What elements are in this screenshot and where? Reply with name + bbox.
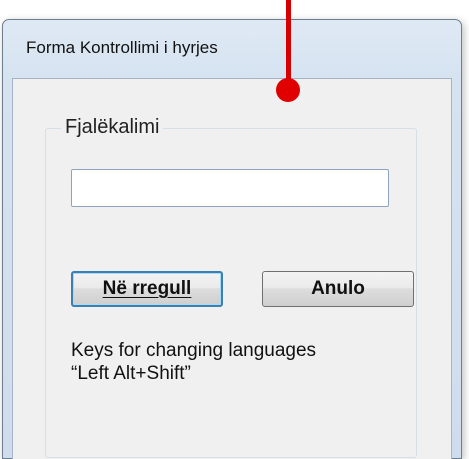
login-dialog-window: Forma Kontrollimi i hyrjes Fjalëkalimi N… [2, 19, 462, 459]
language-hint-line-1: Keys for changing languages [71, 340, 317, 361]
ok-button[interactable]: Në rregull [71, 271, 223, 307]
screenshot-stage: Forma Kontrollimi i hyrjes Fjalëkalimi N… [0, 0, 469, 459]
password-field[interactable] [71, 169, 389, 207]
ok-button-label: Në rregull [102, 278, 192, 299]
annotation-pointer-line [286, 0, 291, 88]
password-group-label: Fjalëkalimi [61, 116, 164, 139]
cancel-button[interactable]: Anulo [262, 271, 414, 307]
window-title: Forma Kontrollimi i hyrjes [26, 38, 218, 57]
cancel-button-label: Anulo [311, 278, 365, 299]
language-hint-line-2: “Left Alt+Shift” [71, 363, 191, 384]
language-hint: Keys for changing languages “Left Alt+Sh… [71, 339, 411, 385]
annotation-pointer-dot [276, 78, 300, 102]
dialog-client-area: Fjalëkalimi Në rregull Anulo Keys for ch… [12, 78, 452, 459]
title-bar[interactable]: Forma Kontrollimi i hyrjes [3, 20, 461, 75]
